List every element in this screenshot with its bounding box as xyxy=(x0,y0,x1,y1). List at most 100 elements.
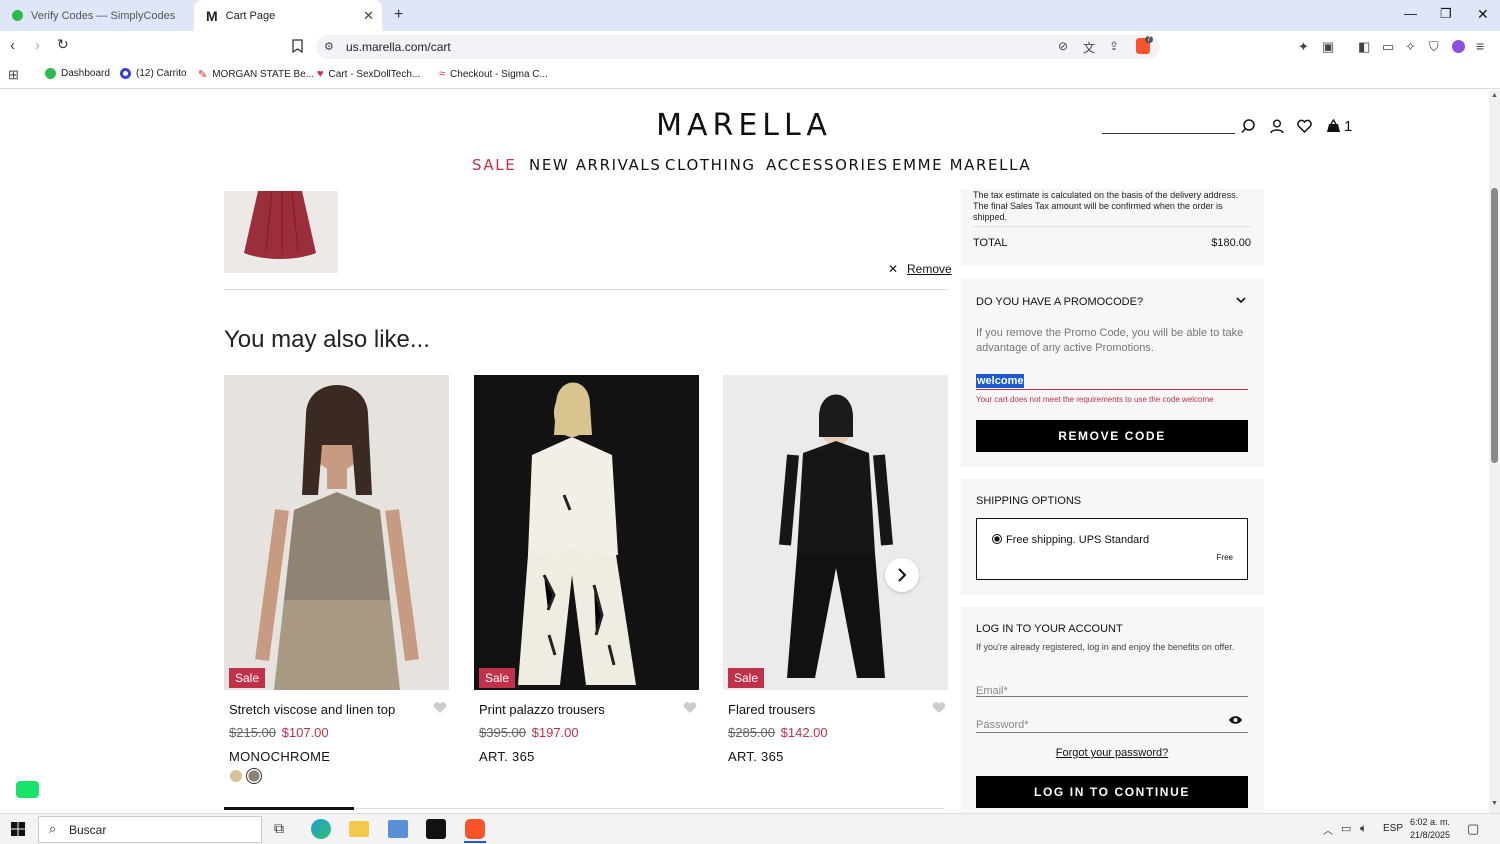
product-image[interactable]: Sale xyxy=(723,375,948,690)
task-view-icon[interactable]: ⧉ xyxy=(274,820,284,837)
close-tab-icon[interactable]: ✕ xyxy=(363,8,374,24)
share-icon[interactable]: ⇪ xyxy=(1109,39,1119,53)
brave-browser-icon[interactable] xyxy=(465,819,485,839)
nav-clothing[interactable]: CLOTHING xyxy=(665,156,756,174)
tab-verify-codes[interactable]: Verify Codes — SimplyCodes xyxy=(0,0,194,31)
product-name[interactable]: Stretch viscose and linen top xyxy=(229,702,395,717)
header-search-input[interactable] xyxy=(1102,133,1235,134)
product-price: $285.00 $142.00 xyxy=(728,725,828,740)
wishlist-heart-icon[interactable] xyxy=(932,701,946,714)
wallet-icon[interactable]: ▭ xyxy=(1382,39,1394,55)
shipping-option[interactable]: Free shipping. UPS Standard Free xyxy=(976,518,1248,580)
password-field[interactable]: Password* xyxy=(976,715,1248,733)
notifications-icon[interactable]: ▢ xyxy=(1467,821,1479,837)
cart-item-image[interactable] xyxy=(224,191,338,273)
nav-emme-marella[interactable]: EMME MARELLA xyxy=(892,156,1031,174)
color-swatch-taupe[interactable] xyxy=(246,768,262,784)
bookmark-dashboard[interactable]: Dashboard xyxy=(45,68,110,79)
sale-badge: Sale xyxy=(728,668,765,688)
remove-icon[interactable]: ✕ xyxy=(888,262,898,276)
site-info-icon[interactable]: ⚙ xyxy=(324,40,334,53)
email-field[interactable]: Email* xyxy=(976,681,1248,697)
windows-start-icon[interactable] xyxy=(11,822,25,836)
network-icon[interactable]: ▭ xyxy=(1341,822,1351,835)
back-icon[interactable]: ‹ xyxy=(10,37,15,54)
product-image[interactable]: Sale xyxy=(474,375,699,690)
forgot-password-link[interactable]: Forgot your password? xyxy=(976,747,1248,759)
site-logo[interactable]: MARELLA xyxy=(600,108,888,143)
account-icon[interactable] xyxy=(1270,119,1284,134)
reload-icon[interactable]: ↻ xyxy=(57,36,69,53)
menu-icon[interactable]: ≡ xyxy=(1476,38,1484,54)
tab-cart-page[interactable]: M Cart Page ✕ xyxy=(194,0,382,31)
cart-bag-icon[interactable] xyxy=(1326,119,1341,133)
nav-new-arrivals[interactable]: NEW ARRIVALS xyxy=(529,156,661,174)
edge-icon[interactable] xyxy=(311,819,331,839)
remove-link[interactable]: Remove xyxy=(907,262,952,276)
scroll-down-icon[interactable]: ▼ xyxy=(1491,800,1498,807)
wishlist-heart-icon[interactable] xyxy=(1297,119,1312,133)
nav-sale[interactable]: SALE xyxy=(472,156,516,174)
forward-icon[interactable]: › xyxy=(35,37,40,54)
bookmark-icon[interactable] xyxy=(292,39,303,53)
tab-title: Cart Page xyxy=(225,9,276,22)
promo-code-input[interactable]: welcome xyxy=(976,371,1248,390)
apps-grid-icon[interactable]: ⊞ xyxy=(8,67,19,83)
terminal-app-icon[interactable] xyxy=(426,819,446,839)
bookmark-sexdolltech[interactable]: ♥ Cart - SexDollTech... xyxy=(317,68,420,80)
vpn-icon[interactable]: ⛉ xyxy=(1429,39,1439,55)
divider xyxy=(224,289,948,290)
product-name[interactable]: Flared trousers xyxy=(728,702,815,717)
sidebar-icon[interactable]: ◧ xyxy=(1358,39,1370,55)
carousel-progress-thumb[interactable] xyxy=(224,807,354,810)
sale-badge: Sale xyxy=(229,668,266,688)
bookmark-sigma[interactable]: ≈ Checkout - Sigma C... xyxy=(439,68,548,80)
page-scrollbar[interactable]: ▲ ▼ xyxy=(1489,90,1500,813)
minimize-button[interactable]: — xyxy=(1404,6,1417,21)
chat-widget-icon[interactable] xyxy=(16,781,39,798)
show-password-eye-icon[interactable] xyxy=(1228,715,1243,725)
leo-ai-icon[interactable]: ✧ xyxy=(1405,39,1416,55)
language-indicator[interactable]: ESP xyxy=(1383,823,1403,834)
chevron-down-icon[interactable] xyxy=(1236,296,1246,304)
clock[interactable]: 6:02 a. m. 21/8/2025 xyxy=(1405,816,1455,842)
wishlist-heart-icon[interactable] xyxy=(683,701,697,714)
search-icon[interactable] xyxy=(1241,119,1256,134)
profile-icon[interactable] xyxy=(1452,40,1465,53)
login-title: LOG IN TO YOUR ACCOUNT xyxy=(976,623,1123,635)
app-icon[interactable] xyxy=(388,820,408,838)
file-explorer-icon[interactable] xyxy=(349,821,369,837)
product-name[interactable]: Print palazzo trousers xyxy=(479,702,605,717)
translate-icon[interactable]: 文 xyxy=(1083,39,1095,56)
divider xyxy=(973,226,1251,227)
tray-chevron-up-icon[interactable]: ︿ xyxy=(1323,822,1333,837)
tax-note: The tax estimate is calculated on the ba… xyxy=(973,190,1239,222)
product-image[interactable]: Sale xyxy=(224,375,449,690)
taskbar-search-placeholder: Buscar xyxy=(69,823,107,837)
url-bar[interactable]: ⚙ us.marella.com/cart ⊘ 文 ⇪ 7 xyxy=(316,35,1160,59)
reader-icon[interactable]: ⊘ xyxy=(1058,39,1068,53)
scrollbar-thumb[interactable] xyxy=(1491,188,1498,463)
promo-title[interactable]: DO YOU HAVE A PROMOCODE? xyxy=(976,296,1143,308)
taskbar-search[interactable]: ⌕ Buscar xyxy=(38,816,262,843)
remove-code-button[interactable]: REMOVE CODE xyxy=(976,420,1248,452)
color-swatch-beige[interactable] xyxy=(230,770,242,782)
shield-count-badge: 7 xyxy=(1145,36,1153,43)
tab-search-icon[interactable]: ▣ xyxy=(1322,39,1334,55)
carousel-next-button[interactable] xyxy=(885,558,919,592)
url-text: us.marella.com/cart xyxy=(346,40,451,54)
log-in-button[interactable]: LOG IN TO CONTINUE xyxy=(976,776,1248,808)
bookmark-carrito[interactable]: (12) Carrito xyxy=(120,68,187,79)
close-window-button[interactable]: ✕ xyxy=(1477,6,1489,23)
radio-selected-icon[interactable] xyxy=(992,534,1002,544)
extensions-icon[interactable]: ✦ xyxy=(1298,39,1309,55)
wishlist-heart-icon[interactable] xyxy=(433,701,447,714)
new-tab-button[interactable]: + xyxy=(394,6,403,24)
restore-button[interactable]: ❐ xyxy=(1440,6,1452,22)
heart-logo-icon: ♥ xyxy=(317,68,324,80)
sale-price: $142.00 xyxy=(780,725,828,740)
volume-icon[interactable]: 🔈︎ xyxy=(1360,821,1367,836)
nav-accessories[interactable]: ACCESSORIES xyxy=(766,156,889,174)
scroll-up-icon[interactable]: ▲ xyxy=(1491,92,1498,99)
bookmark-morgan-state[interactable]: ✎ MORGAN STATE Be... xyxy=(198,68,314,81)
